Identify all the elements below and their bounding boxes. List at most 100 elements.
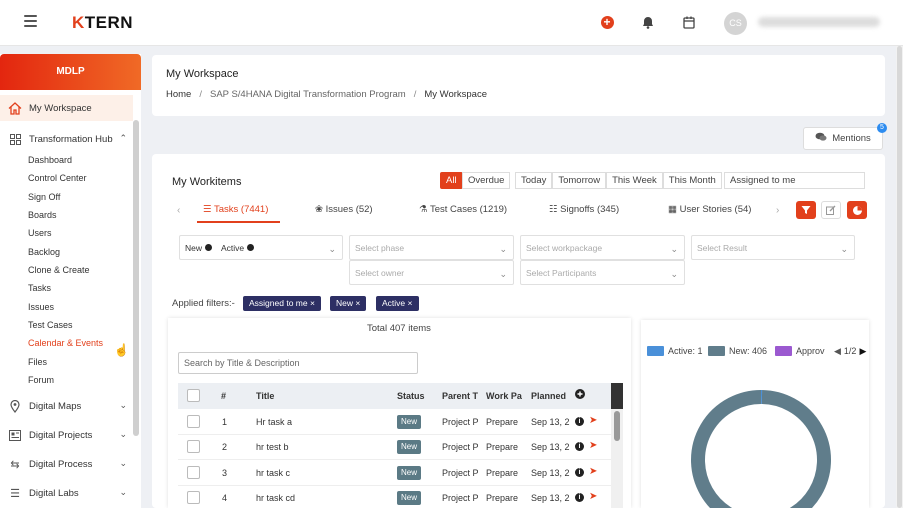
legend-prev-icon[interactable]: ◀ bbox=[834, 346, 841, 357]
close-icon[interactable]: × bbox=[310, 298, 315, 308]
result-select[interactable]: Select Result ⌄ bbox=[691, 235, 855, 260]
phase-select[interactable]: Select phase ⌄ bbox=[349, 235, 514, 260]
table-row[interactable]: 3 hr task c New Project P Prepare Sep 13… bbox=[178, 461, 611, 486]
status-multiselect[interactable]: New Active ⌄ bbox=[179, 235, 343, 260]
donut-slice-new[interactable] bbox=[691, 390, 831, 508]
tabs-next-icon[interactable]: › bbox=[776, 205, 779, 216]
row-title[interactable]: Hr task a bbox=[256, 417, 292, 427]
row-title[interactable]: hr task cd bbox=[256, 493, 295, 503]
info-icon[interactable]: i bbox=[575, 468, 584, 477]
row-title[interactable]: hr test b bbox=[256, 442, 289, 452]
tab-test-cases[interactable]: ⚗ Test Cases (1219) bbox=[419, 204, 507, 215]
info-icon[interactable]: i bbox=[575, 442, 584, 451]
table-row[interactable]: 2 hr test b New Project P Prepare Sep 13… bbox=[178, 435, 611, 460]
chevron-down-icon[interactable]: ⌄ bbox=[119, 400, 127, 411]
sidebar-subitem-sign-off[interactable]: Sign Off bbox=[28, 190, 60, 204]
add-column-icon[interactable] bbox=[575, 389, 585, 401]
tab-user-stories[interactable]: ▦ User Stories (54) bbox=[668, 204, 751, 215]
filter-icon[interactable] bbox=[796, 201, 816, 219]
owner-select[interactable]: Select owner ⌄ bbox=[349, 260, 514, 285]
filter-tomorrow[interactable]: Tomorrow bbox=[552, 172, 607, 189]
mentions-button[interactable]: Mentions bbox=[803, 127, 883, 150]
send-icon[interactable]: ➤ bbox=[589, 491, 597, 502]
column-header[interactable]: Status bbox=[397, 391, 425, 401]
participants-select[interactable]: Select Participants ⌄ bbox=[520, 260, 685, 285]
sidebar-item-my-workspace[interactable]: My Workspace bbox=[0, 95, 133, 121]
breadcrumb-program[interactable]: SAP S/4HANA Digital Transformation Progr… bbox=[210, 89, 406, 100]
filter-this-week[interactable]: This Week bbox=[606, 172, 663, 189]
sidebar-subitem-clone-create[interactable]: Clone & Create bbox=[28, 263, 90, 277]
sidebar-subitem-backlog[interactable]: Backlog bbox=[28, 245, 60, 259]
calendar-icon[interactable] bbox=[681, 14, 697, 30]
sidebar-subitem-forum[interactable]: Forum bbox=[28, 373, 54, 387]
edit-icon[interactable] bbox=[821, 201, 841, 219]
column-header[interactable]: Planned bbox=[531, 391, 566, 401]
legend-item-active[interactable]: Active: 1 bbox=[647, 345, 703, 357]
menu-icon[interactable] bbox=[24, 15, 37, 29]
chevron-down-icon[interactable]: ⌄ bbox=[119, 487, 127, 498]
filter-today[interactable]: Today bbox=[515, 172, 553, 189]
chevron-up-icon[interactable]: ⌃ bbox=[119, 133, 127, 144]
row-checkbox[interactable] bbox=[187, 466, 200, 479]
sidebar-subitem-tasks[interactable]: Tasks bbox=[28, 281, 51, 295]
close-icon[interactable]: × bbox=[355, 298, 360, 308]
tab-signoffs[interactable]: ☷ Signoffs (345) bbox=[549, 204, 619, 215]
send-icon[interactable]: ➤ bbox=[589, 415, 597, 426]
applied-filter-chip[interactable]: Active × bbox=[376, 296, 419, 311]
column-header[interactable]: Title bbox=[256, 391, 274, 401]
sidebar-item-digital-labs[interactable]: ☰ Digital Labs ⌄ bbox=[0, 480, 133, 506]
applied-filter-chip[interactable]: New × bbox=[330, 296, 367, 311]
sidebar-subitem-issues[interactable]: Issues bbox=[28, 300, 54, 314]
tab-issues[interactable]: ❀ Issues (52) bbox=[315, 204, 373, 215]
sidebar-scrollbar[interactable] bbox=[133, 120, 139, 436]
sidebar-item-digital-maps[interactable]: Digital Maps ⌄ bbox=[0, 393, 133, 419]
avatar[interactable]: CS bbox=[724, 12, 747, 35]
breadcrumb-home[interactable]: Home bbox=[166, 89, 191, 100]
remove-chip-icon[interactable] bbox=[247, 244, 255, 251]
row-checkbox[interactable] bbox=[187, 415, 200, 428]
sidebar-subitem-dashboard[interactable]: Dashboard bbox=[28, 153, 72, 167]
send-icon[interactable]: ➤ bbox=[589, 440, 597, 451]
sidebar-subitem-users[interactable]: Users bbox=[28, 226, 52, 240]
sidebar-item-digital-process[interactable]: ⇆ Digital Process ⌄ bbox=[0, 451, 133, 477]
filter-overdue[interactable]: Overdue bbox=[462, 172, 511, 189]
sidebar-subitem-calendar-events[interactable]: Calendar & Events bbox=[28, 336, 103, 350]
bell-icon[interactable] bbox=[640, 14, 656, 30]
page-scrollbar[interactable] bbox=[896, 46, 903, 508]
add-icon[interactable]: + bbox=[599, 14, 615, 30]
row-checkbox[interactable] bbox=[187, 491, 200, 504]
search-input[interactable]: Search by Title & Description bbox=[178, 352, 418, 374]
info-icon[interactable]: i bbox=[575, 417, 584, 426]
filter-this-month[interactable]: This Month bbox=[662, 172, 722, 189]
ktern-logo[interactable]: KTERN bbox=[72, 13, 133, 33]
workpackage-select[interactable]: Select workpackage ⌄ bbox=[520, 235, 685, 260]
table-scrollbar[interactable] bbox=[611, 383, 623, 508]
send-icon[interactable]: ➤ bbox=[589, 466, 597, 477]
legend-item-new[interactable]: New: 406 bbox=[708, 345, 767, 357]
sidebar-subitem-control-center[interactable]: Control Center bbox=[28, 171, 87, 185]
column-header[interactable]: # bbox=[221, 391, 226, 401]
chevron-down-icon[interactable]: ⌄ bbox=[119, 458, 127, 469]
remove-chip-icon[interactable] bbox=[205, 244, 213, 251]
pie-chart-icon[interactable] bbox=[847, 201, 867, 219]
sidebar-subitem-boards[interactable]: Boards bbox=[28, 208, 57, 222]
row-title[interactable]: hr task c bbox=[256, 468, 290, 478]
tab-tasks[interactable]: ☰ Tasks (7441) bbox=[203, 204, 268, 215]
user-name-blurred[interactable] bbox=[758, 17, 880, 27]
column-header[interactable]: Work Pa bbox=[486, 391, 522, 401]
sidebar-item-transformation-hub[interactable]: Transformation Hub ⌃ bbox=[0, 126, 133, 152]
filter-all[interactable]: All bbox=[440, 172, 463, 189]
sidebar-item-digital-projects[interactable]: Digital Projects ⌄ bbox=[0, 422, 133, 448]
applied-filter-chip[interactable]: Assigned to me × bbox=[243, 296, 321, 311]
select-all-checkbox[interactable] bbox=[187, 389, 200, 402]
sidebar-subitem-files[interactable]: Files bbox=[28, 355, 47, 369]
table-row[interactable]: 4 hr task cd New Project P Prepare Sep 1… bbox=[178, 486, 611, 508]
legend-next-icon[interactable]: ▶ bbox=[859, 346, 866, 357]
chevron-down-icon[interactable]: ⌄ bbox=[119, 429, 127, 440]
sidebar-subitem-test-cases[interactable]: Test Cases bbox=[28, 318, 73, 332]
table-row[interactable]: 1 Hr task a New Project P Prepare Sep 13… bbox=[178, 410, 611, 435]
row-checkbox[interactable] bbox=[187, 440, 200, 453]
close-icon[interactable]: × bbox=[408, 298, 413, 308]
info-icon[interactable]: i bbox=[575, 493, 584, 502]
legend-item-approved[interactable]: Approv bbox=[775, 345, 825, 357]
